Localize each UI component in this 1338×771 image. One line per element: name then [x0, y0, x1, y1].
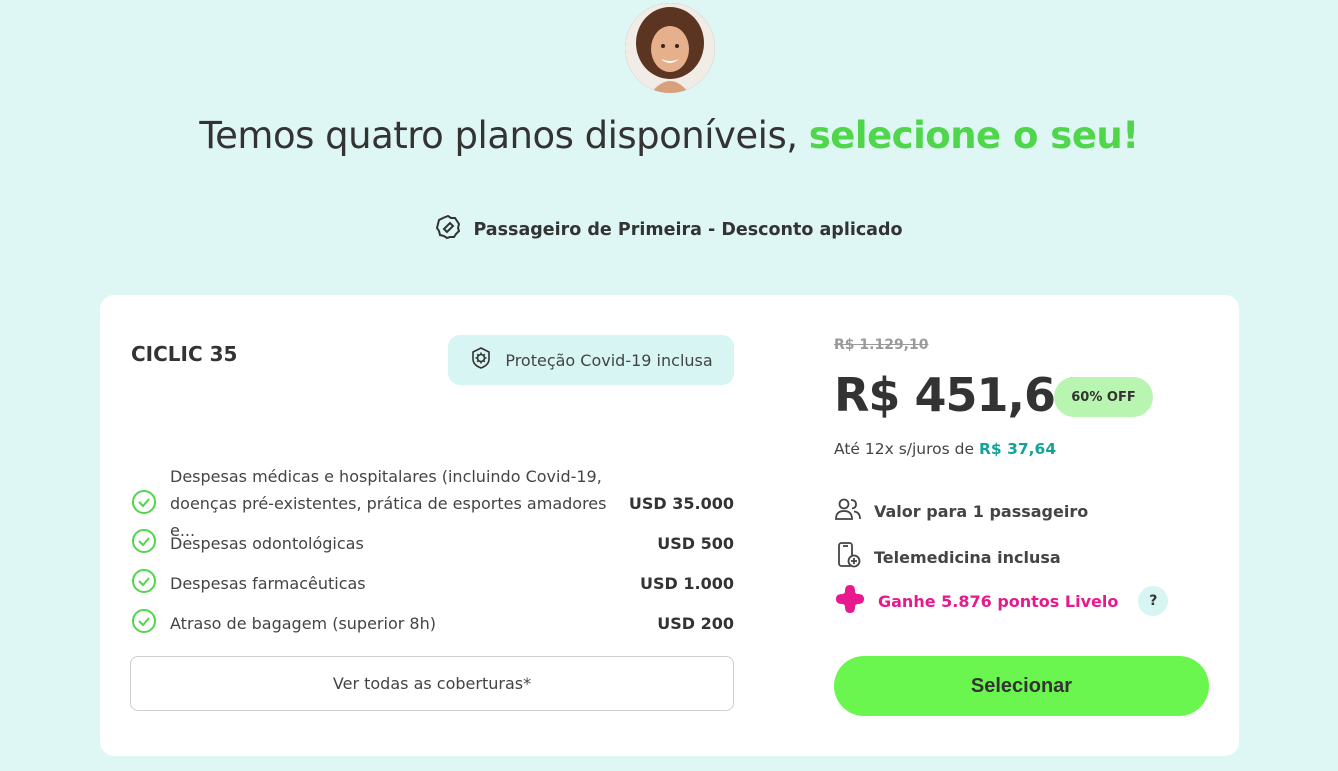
current-price: R$ 451,64	[834, 368, 1087, 422]
users-icon	[834, 497, 862, 525]
coverage-value: USD 35.000	[628, 494, 734, 513]
headline-text: Temos quatro planos disponíveis,	[199, 114, 809, 157]
phone-medical-icon	[834, 541, 862, 573]
select-plan-button[interactable]: Selecionar	[834, 656, 1209, 716]
plan-card: CICLIC 35 Proteção Covid-19 inclusa Desp…	[100, 295, 1239, 756]
agent-avatar	[625, 3, 715, 93]
coverage-item: Despesas odontológicas USD 500	[131, 528, 734, 558]
discount-badge: 60% OFF	[1054, 377, 1153, 417]
installments-text: Até 12x s/juros de	[834, 440, 979, 458]
original-price: R$ 1.129,10	[834, 337, 929, 353]
discount-label: Passageiro de Primeira - Desconto aplica…	[473, 219, 903, 240]
telemedicine-label: Telemedicina inclusa	[874, 547, 1061, 567]
see-all-coverages-button[interactable]: Ver todas as coberturas*	[130, 656, 734, 711]
check-circle-icon	[131, 568, 157, 598]
coverage-item: Atraso de bagagem (superior 8h) USD 200	[131, 608, 734, 638]
page-title: Temos quatro planos disponíveis, selecio…	[0, 114, 1338, 157]
feature-passengers: Valor para 1 passageiro	[834, 497, 1088, 525]
discount-tag-icon	[435, 214, 461, 245]
feature-telemedicine: Telemedicina inclusa	[834, 541, 1061, 573]
passengers-label: Valor para 1 passageiro	[874, 501, 1089, 521]
check-circle-icon	[131, 489, 157, 519]
livelo-help-button[interactable]: ?	[1138, 586, 1169, 616]
headline-accent: selecione o seu!	[808, 114, 1139, 157]
installments-amount: R$ 37,64	[978, 440, 1057, 458]
coverage-label: Despesas farmacêuticas	[170, 573, 366, 593]
check-circle-icon	[131, 528, 157, 558]
livelo-logo-icon	[834, 583, 866, 619]
coverage-value: USD 200	[657, 613, 734, 633]
coverage-label: Atraso de bagagem (superior 8h)	[170, 613, 436, 633]
plan-name: CICLIC 35	[131, 342, 238, 366]
coverage-value: USD 1.000	[640, 573, 734, 593]
discount-indicator: Passageiro de Primeira - Desconto aplica…	[0, 214, 1338, 245]
check-circle-icon	[131, 608, 157, 638]
virus-shield-icon	[469, 346, 493, 374]
coverage-label: Despesas odontológicas	[170, 533, 364, 553]
covid-badge-label: Proteção Covid-19 inclusa	[505, 350, 713, 370]
covid-protection-badge: Proteção Covid-19 inclusa	[448, 335, 734, 385]
livelo-points-label: Ganhe 5.876 pontos Livelo	[878, 591, 1119, 611]
coverage-item: Despesas farmacêuticas USD 1.000	[131, 568, 734, 598]
installments-info: Até 12x s/juros de R$ 37,64	[834, 440, 1056, 458]
coverage-value: USD 500	[657, 533, 734, 553]
feature-livelo: Ganhe 5.876 pontos Livelo ?	[834, 583, 1169, 619]
